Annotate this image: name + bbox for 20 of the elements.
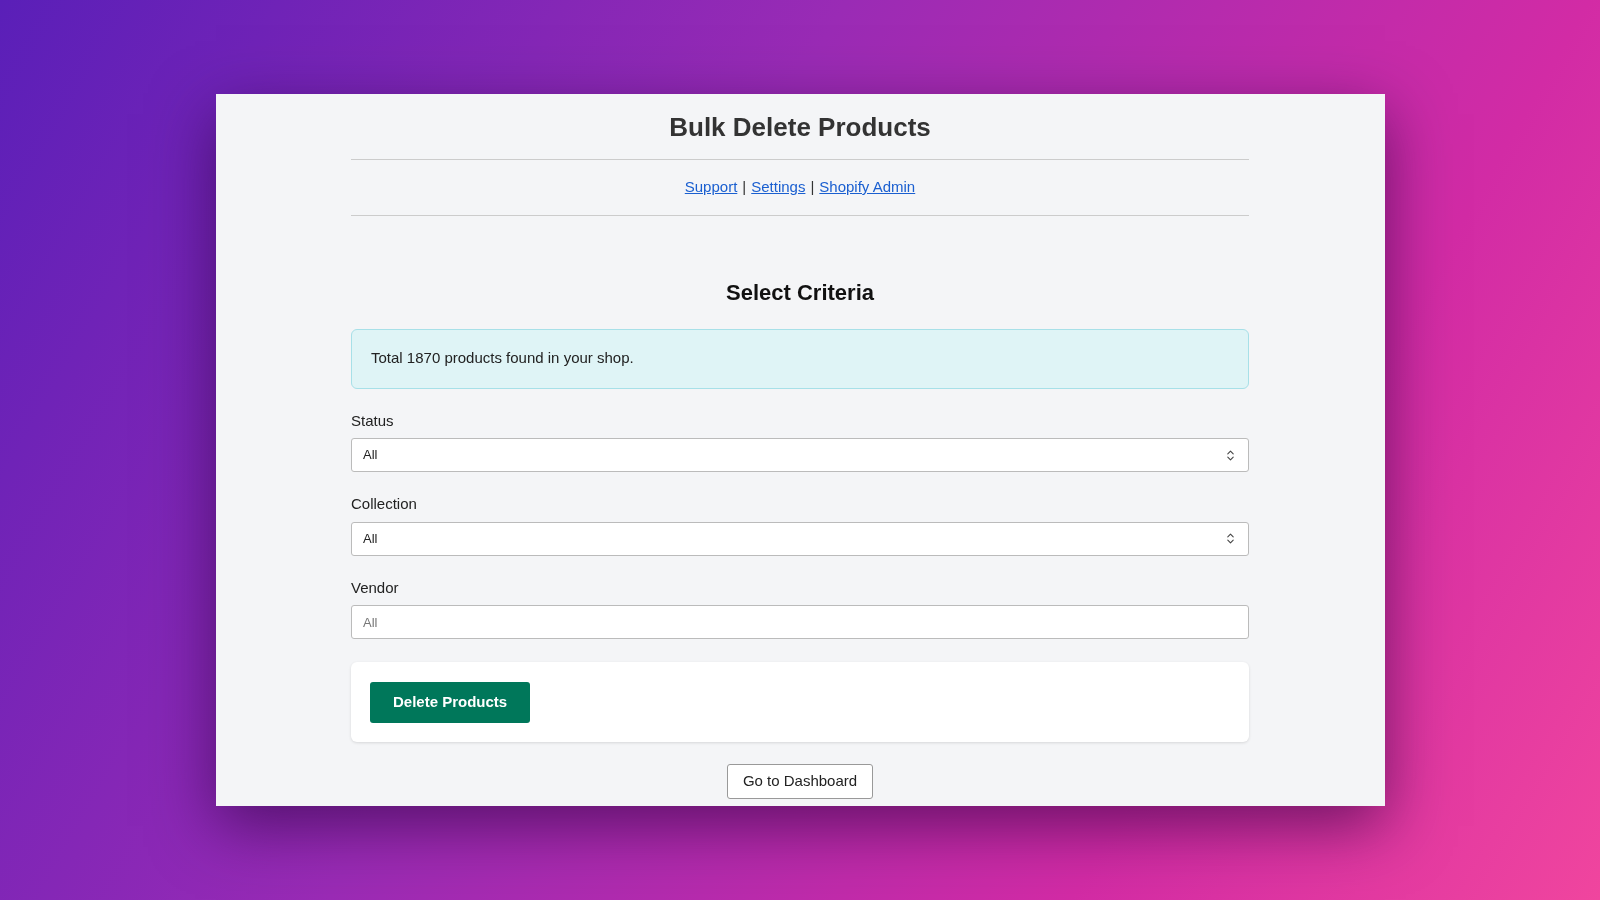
link-separator: |	[810, 177, 815, 197]
field-label: Collection	[351, 494, 418, 514]
info-alert: Total 1870 products found in your shop.	[351, 328, 1249, 389]
delete-products-button[interactable]: Delete Products	[370, 681, 531, 723]
select-field[interactable]: All	[351, 438, 1249, 472]
nav-link[interactable]: Support	[684, 176, 738, 199]
select-value: All	[363, 529, 378, 548]
chevron-updown-icon	[1224, 448, 1237, 462]
dashboard-button[interactable]: Go to Dashboard	[726, 764, 874, 799]
field-label: Vendor	[351, 577, 400, 598]
field-label: Status	[351, 410, 395, 431]
nav-link[interactable]: Shopify Admin	[819, 176, 916, 199]
chevron-updown-icon	[1224, 532, 1237, 545]
nav-link[interactable]: Settings	[751, 176, 806, 199]
select-field[interactable]: All	[351, 521, 1249, 556]
select-value: All	[363, 446, 378, 465]
input-field[interactable]: All	[351, 605, 1249, 639]
page-title: Bulk Delete Products	[668, 111, 932, 144]
link-separator: |	[742, 177, 747, 197]
section-title: Select Criteria	[725, 278, 875, 307]
